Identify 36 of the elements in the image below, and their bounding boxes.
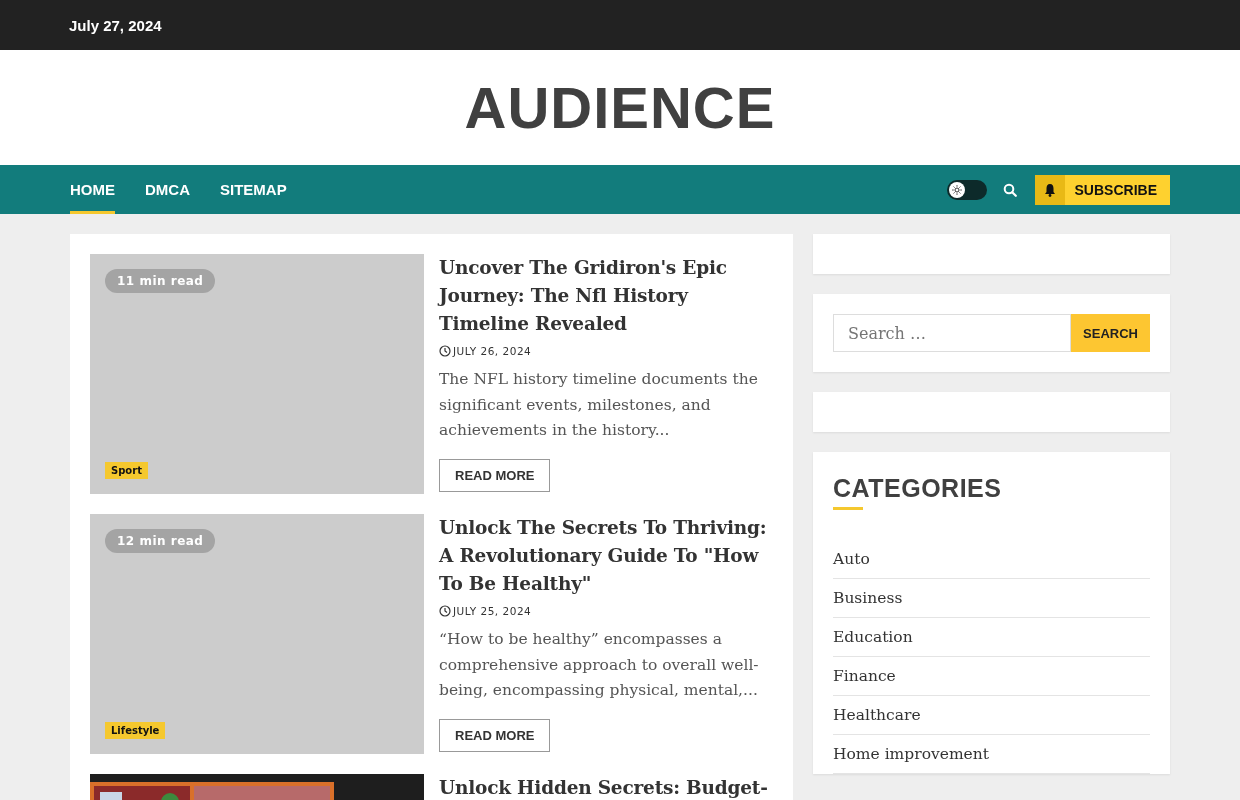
search-icon	[1002, 182, 1017, 197]
sun-icon	[951, 184, 962, 195]
bell-icon	[1043, 182, 1056, 197]
post-excerpt: The NFL history timeline documents the significant events, milestones, and achievements in the history...	[439, 369, 759, 441]
nav-item[interactable]: DMCA	[145, 165, 190, 214]
post-title[interactable]: Uncover The Gridiron's Epic Journey: The Nfl History Timeline Revealed	[439, 254, 773, 338]
post-date: JULY 26, 2024	[453, 345, 532, 357]
category-link[interactable]: Home improvement	[833, 745, 989, 763]
category-link[interactable]: Education	[833, 628, 913, 646]
category-link[interactable]: Healthcare	[833, 706, 921, 724]
post-excerpt: “How to be healthy” encompasses a comprehensive approach to overall well-being, encompassing physical, mental,...	[439, 629, 760, 701]
post-title[interactable]: Unlock Hidden Secrets: Budget-	[439, 774, 773, 800]
image-placeholder[interactable]: 11 min read Sport	[90, 254, 424, 494]
subscribe-button[interactable]: SUBSCRIBE	[1034, 174, 1170, 205]
read-time-badge: 12 min read	[105, 529, 216, 553]
category-link[interactable]: Auto	[833, 550, 870, 568]
category-tag[interactable]: Sport	[105, 462, 148, 479]
read-time-badge: 11 min read	[105, 269, 216, 293]
clock-icon	[439, 605, 451, 617]
category-tag[interactable]: Lifestyle	[105, 722, 166, 739]
dark-mode-toggle[interactable]	[946, 179, 987, 200]
widget-title: CATEGORIES	[833, 474, 1003, 503]
read-more-button[interactable]: READ MORE	[439, 718, 551, 752]
category-link[interactable]: Finance	[833, 667, 896, 685]
read-more-button[interactable]: READ MORE	[439, 458, 551, 492]
site-title[interactable]: AUDIENCE	[464, 74, 776, 141]
post-date: JULY 25, 2024	[453, 605, 532, 617]
post-title[interactable]: Unlock The Secrets To Thriving: A Revolutionary Guide To "How To Be Healthy"	[439, 514, 773, 598]
nav-item[interactable]: HOME	[70, 165, 115, 214]
search-button[interactable]: SEARCH	[1071, 314, 1150, 352]
category-link[interactable]: Business	[833, 589, 903, 607]
image-placeholder[interactable]: 12 min read Lifestyle	[90, 514, 424, 754]
search-field[interactable]: Search …	[833, 314, 1071, 352]
clock-icon	[439, 345, 451, 357]
current-date: July 27, 2024	[69, 16, 162, 34]
nav-item[interactable]: SITEMAP	[220, 165, 287, 214]
